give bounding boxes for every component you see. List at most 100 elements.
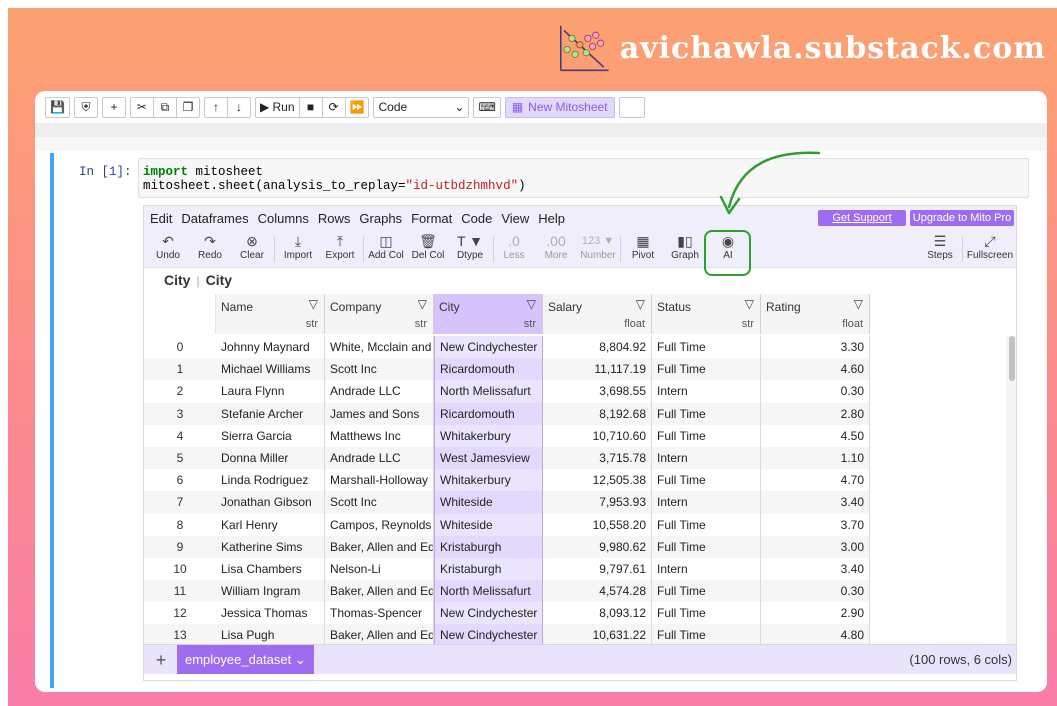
table-cell[interactable]: Laura Flynn [216,380,325,403]
table-cell[interactable]: Full Time [652,602,761,625]
menu-edit[interactable]: Edit [150,211,172,226]
del-col-button[interactable]: 🗑 Del Col [406,232,450,266]
table-cell[interactable]: 8,093.12 [543,602,652,625]
more-decimals-button[interactable]: .00 More [534,232,578,266]
table-cell[interactable]: Full Time [652,424,761,447]
menu-dataframes[interactable]: Dataframes [181,211,248,226]
fullscreen-button[interactable]: ⤢ Fullscreen [964,232,1016,266]
undo-button[interactable]: ↶ Undo [146,232,190,266]
add-sheet-button[interactable]: + [150,649,172,671]
filter-icon[interactable]: ▽ [854,297,863,311]
table-cell[interactable]: 4.80 [761,624,870,644]
menu-format[interactable]: Format [411,211,452,226]
selected-cell-value[interactable]: City [206,272,232,288]
table-cell[interactable]: Baker, Allen and Edwa [325,624,434,644]
redo-button[interactable]: ↷ Redo [188,232,232,266]
get-support-button[interactable]: Get Support [818,210,906,226]
table-cell[interactable]: William Ingram [216,580,325,603]
table-cell[interactable]: Full Time [652,624,761,644]
cut-icon[interactable]: ✂ [129,96,154,118]
filter-icon[interactable]: ▽ [527,297,536,311]
table-cell[interactable]: Linda Rodriguez [216,469,325,492]
row-index[interactable]: 5 [144,447,216,469]
table-cell[interactable]: Johnny Maynard [216,336,325,359]
cell-type-select[interactable]: Code ⌄ [373,96,470,118]
table-cell[interactable]: Whitakerbury [434,469,543,492]
move-up-icon[interactable]: ↑ [203,96,228,118]
row-index[interactable]: 7 [144,491,216,513]
table-cell[interactable]: Donna Miller [216,446,325,470]
column-header-status[interactable]: Status ▽ str [652,294,761,334]
table-cell[interactable]: Karl Henry [216,513,325,536]
table-cell[interactable]: Michael Williams [216,358,325,381]
empty-toolbar-button[interactable] [618,96,645,118]
table-cell[interactable]: North Melissafurt [434,380,543,403]
table-cell[interactable]: 0.30 [761,580,870,603]
column-header-city[interactable]: City ▽ str [434,294,543,334]
column-header-name[interactable]: Name ▽ str [216,294,325,334]
table-cell[interactable]: Full Time [652,469,761,492]
table-cell[interactable]: 4,574.28 [543,580,652,603]
table-cell[interactable]: New Cindychester [434,336,543,359]
table-cell[interactable]: 10,558.20 [543,513,652,536]
table-cell[interactable]: 10,710.60 [543,424,652,447]
paste-icon[interactable]: ❐ [175,96,200,118]
row-index[interactable]: 11 [144,580,216,602]
shield-icon[interactable]: ⛨ [73,96,98,118]
table-cell[interactable]: 10,631.22 [543,624,652,644]
table-cell[interactable]: 8,192.68 [543,402,652,425]
menu-graphs[interactable]: Graphs [359,211,402,226]
move-down-icon[interactable]: ↓ [226,96,251,118]
table-cell[interactable]: North Melissafurt [434,580,543,603]
table-cell[interactable]: New Cindychester [434,602,543,625]
menu-rows[interactable]: Rows [318,211,351,226]
table-cell[interactable]: Ricardomouth [434,402,543,425]
row-index[interactable]: 8 [144,514,216,536]
column-header-rating[interactable]: Rating ▽ float [761,294,870,334]
table-cell[interactable]: Intern [652,557,761,581]
table-cell[interactable]: Ricardomouth [434,358,543,381]
table-cell[interactable]: James and Sons [325,402,434,425]
stop-icon[interactable]: ■ [298,96,323,118]
table-cell[interactable]: Jessica Thomas [216,602,325,625]
table-cell[interactable]: 2.90 [761,602,870,625]
table-cell[interactable]: Marshall-Holloway [325,469,434,492]
sheet-tab-employee-dataset[interactable]: employee_dataset ⌄ [177,645,314,674]
filter-icon[interactable]: ▽ [309,297,318,311]
table-cell[interactable]: Jonathan Gibson [216,491,325,514]
row-index[interactable]: 1 [144,358,216,380]
table-cell[interactable]: 2.80 [761,402,870,425]
table-cell[interactable]: Baker, Allen and Edwa [325,535,434,558]
table-cell[interactable]: Stefanie Archer [216,402,325,425]
table-cell[interactable]: 4.50 [761,424,870,447]
row-index[interactable]: 13 [144,624,216,644]
table-cell[interactable]: Intern [652,446,761,470]
insert-cell-button[interactable]: + [101,96,126,118]
menu-help[interactable]: Help [538,211,565,226]
add-col-button[interactable]: ◫ Add Col [364,232,408,266]
menu-view[interactable]: View [501,211,529,226]
filter-icon[interactable]: ▽ [745,297,754,311]
table-cell[interactable]: 3,698.55 [543,380,652,403]
table-cell[interactable]: 9,980.62 [543,535,652,558]
table-cell[interactable]: Intern [652,380,761,403]
menu-code[interactable]: Code [461,211,492,226]
row-index[interactable]: 10 [144,558,216,580]
table-cell[interactable]: 3.40 [761,557,870,581]
restart-icon[interactable]: ⟳ [321,96,346,118]
row-index[interactable]: 2 [144,380,216,402]
less-decimals-button[interactable]: .0 Less [492,232,536,266]
row-index[interactable]: 6 [144,469,216,491]
table-cell[interactable]: Intern [652,491,761,514]
table-cell[interactable]: Katherine Sims [216,535,325,558]
table-cell[interactable]: Matthews Inc [325,424,434,447]
table-cell[interactable]: Lisa Pugh [216,624,325,644]
table-cell[interactable]: Campos, Reynolds and [325,513,434,536]
filter-icon[interactable]: ▽ [418,297,427,311]
table-cell[interactable]: Kristaburgh [434,535,543,558]
table-cell[interactable]: 7,953.93 [543,491,652,514]
table-cell[interactable]: 4.60 [761,358,870,381]
graph-button[interactable]: ▮​▯ Graph [663,232,707,266]
dtype-button[interactable]: T ▼ Dtype [448,232,492,266]
table-cell[interactable]: Thomas-Spencer [325,602,434,625]
